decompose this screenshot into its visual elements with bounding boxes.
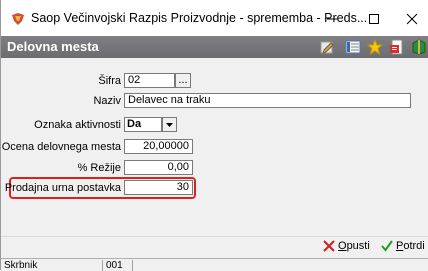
- close-icon: [406, 13, 418, 25]
- confirm-label: otrdi: [403, 240, 425, 252]
- list-view-icon[interactable]: [345, 39, 361, 55]
- status-value: 001: [103, 260, 133, 271]
- oznaka-aktivnosti-label: Oznaka aktivnosti: [34, 119, 121, 131]
- naziv-field[interactable]: Delavec na traku: [124, 93, 411, 108]
- status-bar: Skrbnik 001: [1, 258, 428, 271]
- prodajna-label: Prodajna urna postavka: [4, 182, 121, 194]
- section-header: Delovna mesta: [1, 36, 428, 58]
- close-button[interactable]: [395, 6, 428, 32]
- status-label: Skrbnik: [1, 260, 103, 271]
- ocena-field[interactable]: 20,00000: [124, 139, 193, 154]
- title-bar[interactable]: Saop Večinvojski Razpis Proizvodnje - sp…: [1, 0, 428, 36]
- section-title: Delovna mesta: [7, 39, 99, 54]
- cancel-x-icon: [323, 240, 335, 252]
- confirm-hotkey: P: [396, 240, 404, 252]
- chevron-down-icon: [166, 123, 173, 127]
- minimize-icon: [327, 18, 337, 20]
- edit-pencil-icon[interactable]: [319, 39, 335, 55]
- cancel-button[interactable]: Opusti: [323, 240, 370, 252]
- app-icon: [12, 13, 24, 25]
- maximize-button[interactable]: [357, 6, 391, 32]
- cancel-hotkey: O: [338, 240, 347, 252]
- cancel-label: pusti: [346, 240, 370, 252]
- dialog-window: Saop Večinvojski Razpis Proizvodnje - sp…: [0, 0, 428, 271]
- maximize-icon: [369, 14, 379, 24]
- rezije-field[interactable]: 0,00: [124, 160, 193, 175]
- divider: [1, 236, 428, 237]
- favorite-star-icon[interactable]: [367, 39, 383, 55]
- oznaka-aktivnosti-value: Da: [127, 118, 142, 130]
- oznaka-dropdown-button[interactable]: [162, 117, 177, 132]
- ocena-label: Ocena delovnega mesta: [1, 141, 121, 153]
- prodajna-field[interactable]: 30: [124, 180, 193, 195]
- rezije-label: % Režije: [77, 162, 121, 174]
- document-export-icon[interactable]: [389, 39, 405, 55]
- confirm-button[interactable]: Potrdi: [381, 240, 425, 252]
- sifra-browse-button[interactable]: ...: [175, 73, 191, 88]
- book-help-icon[interactable]: [411, 39, 427, 55]
- naziv-label: Naziv: [93, 95, 121, 107]
- oznaka-aktivnosti-select[interactable]: Da: [124, 117, 162, 132]
- sifra-label: Šifra: [98, 75, 121, 87]
- sifra-field[interactable]: 02: [124, 73, 175, 88]
- minimize-button[interactable]: [315, 6, 349, 32]
- check-icon: [381, 240, 393, 252]
